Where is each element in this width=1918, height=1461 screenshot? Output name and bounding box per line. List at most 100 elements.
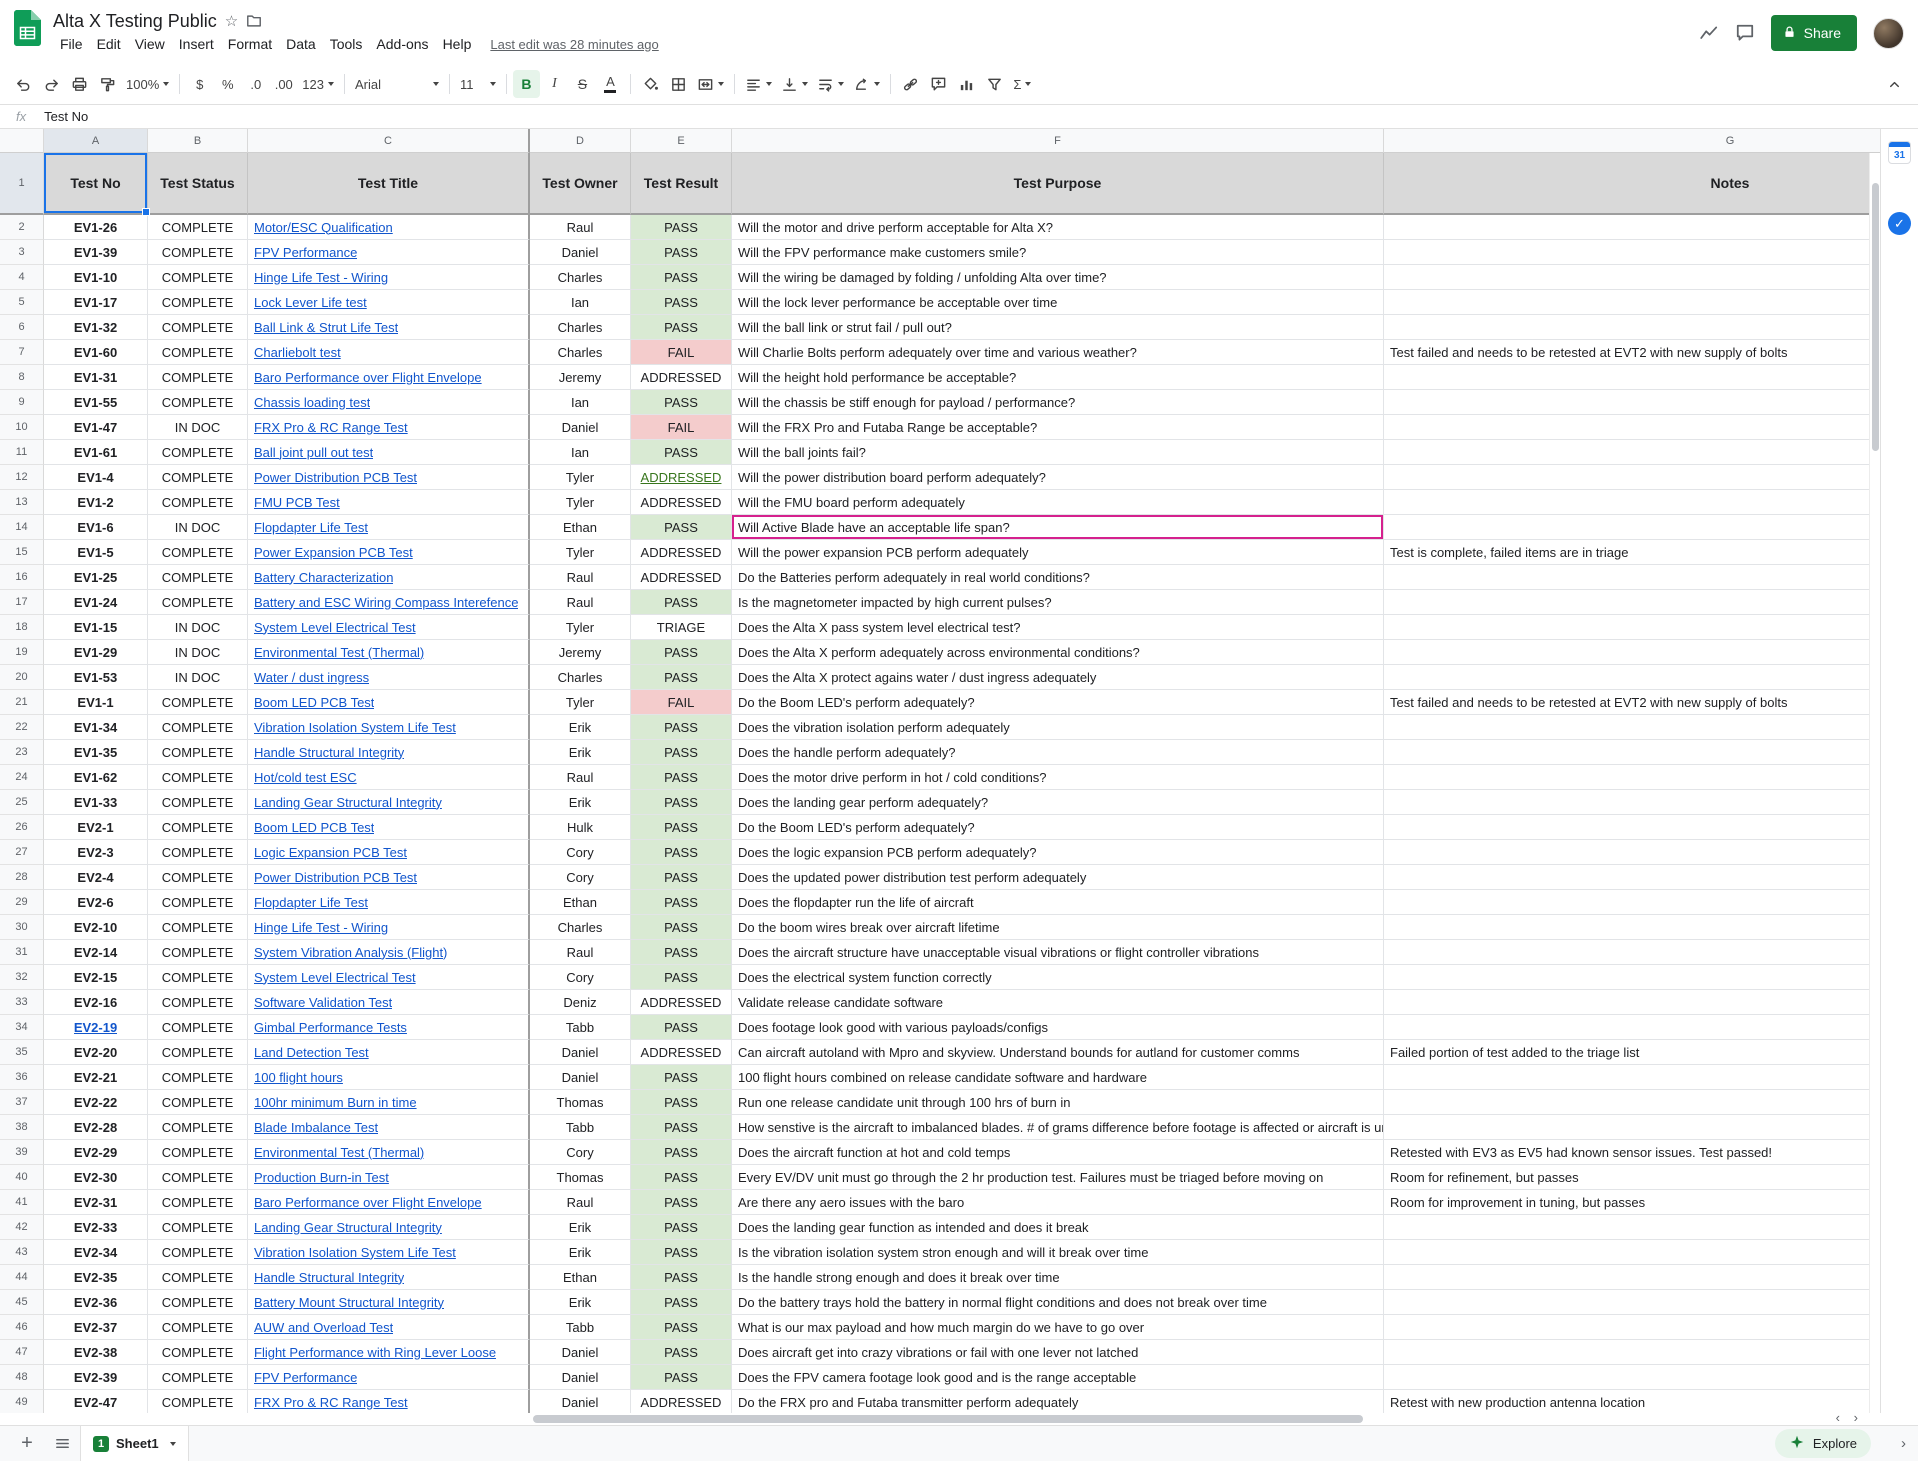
cell-test-owner[interactable]: Raul xyxy=(530,590,631,615)
text-wrap-button[interactable] xyxy=(813,70,848,98)
cell-test-owner[interactable]: Raul xyxy=(530,1190,631,1215)
cell-test-purpose[interactable]: Is the handle strong enough and does it … xyxy=(732,1265,1384,1290)
cell-test-owner[interactable]: Charles xyxy=(530,665,631,690)
cell-test-purpose[interactable]: Does the FPV camera footage look good an… xyxy=(732,1365,1384,1390)
menu-addons[interactable]: Add-ons xyxy=(369,35,435,53)
last-edit-link[interactable]: Last edit was 28 minutes ago xyxy=(490,37,658,52)
cell-test-result[interactable]: PASS xyxy=(631,1140,732,1165)
cell-test-title[interactable]: System Level Electrical Test xyxy=(248,615,530,640)
cell-notes[interactable] xyxy=(1384,1115,1880,1140)
cell-test-title[interactable]: Vibration Isolation System Life Test xyxy=(248,715,530,740)
cell-test-purpose[interactable]: Are there any aero issues with the baro xyxy=(732,1190,1384,1215)
vertical-align-button[interactable] xyxy=(777,70,812,98)
cell-test-result[interactable]: ADDRESSED xyxy=(631,365,732,390)
cell-test-result[interactable]: PASS xyxy=(631,1365,732,1390)
menu-file[interactable]: File xyxy=(53,35,90,53)
cell-test-status[interactable]: IN DOC xyxy=(148,640,248,665)
test-title-link[interactable]: Baro Performance over Flight Envelope xyxy=(254,1195,482,1210)
cell-test-owner[interactable]: Erik xyxy=(530,790,631,815)
cell-test-status[interactable]: COMPLETE xyxy=(148,1290,248,1315)
test-title-link[interactable]: Water / dust ingress xyxy=(254,670,369,685)
cell-notes[interactable] xyxy=(1384,490,1880,515)
test-title-link[interactable]: Environmental Test (Thermal) xyxy=(254,1145,424,1160)
cell-test-purpose[interactable]: Does the flopdapter run the life of airc… xyxy=(732,890,1384,915)
cell-test-result[interactable]: PASS xyxy=(631,865,732,890)
test-title-link[interactable]: Lock Lever Life test xyxy=(254,295,367,310)
test-title-link[interactable]: Land Detection Test xyxy=(254,1045,369,1060)
test-title-link[interactable]: Handle Structural Integrity xyxy=(254,745,404,760)
cell-test-no[interactable]: EV1-24 xyxy=(44,590,148,615)
cell-test-purpose[interactable]: Will the ball joints fail? xyxy=(732,440,1384,465)
cell-test-title[interactable]: AUW and Overload Test xyxy=(248,1315,530,1340)
test-title-link[interactable]: System Level Electrical Test xyxy=(254,970,416,985)
cell-notes[interactable]: Retested with EV3 as EV5 had known senso… xyxy=(1384,1140,1880,1165)
cell-test-purpose[interactable]: Does the logic expansion PCB perform ade… xyxy=(732,840,1384,865)
cell-test-title[interactable]: Motor/ESC Qualification xyxy=(248,215,530,240)
cell-notes[interactable] xyxy=(1384,265,1880,290)
cell-test-status[interactable]: COMPLETE xyxy=(148,565,248,590)
cell-test-owner[interactable]: Tabb xyxy=(530,1115,631,1140)
menu-tools[interactable]: Tools xyxy=(323,35,370,53)
cell-test-owner[interactable]: Ethan xyxy=(530,1265,631,1290)
cell-test-no[interactable]: EV1-26 xyxy=(44,215,148,240)
cell-test-title[interactable]: Flopdapter Life Test xyxy=(248,890,530,915)
cell-test-title[interactable]: Environmental Test (Thermal) xyxy=(248,640,530,665)
strikethrough-button[interactable]: S xyxy=(569,70,596,98)
cell-test-title[interactable]: Handle Structural Integrity xyxy=(248,1265,530,1290)
cell-notes[interactable] xyxy=(1384,1240,1880,1265)
cell-test-no[interactable]: EV1-61 xyxy=(44,440,148,465)
cell-test-owner[interactable]: Tyler xyxy=(530,465,631,490)
cell-test-no[interactable]: EV2-21 xyxy=(44,1065,148,1090)
cell-test-purpose[interactable]: Will the ball link or strut fail / pull … xyxy=(732,315,1384,340)
row-number[interactable]: 6 xyxy=(0,315,44,340)
cell-test-status[interactable]: COMPLETE xyxy=(148,215,248,240)
cell-test-result[interactable]: ADDRESSED xyxy=(631,1390,732,1413)
cell-test-purpose[interactable]: Will Active Blade have an acceptable lif… xyxy=(732,515,1384,540)
cell-test-no[interactable]: EV2-37 xyxy=(44,1315,148,1340)
cell-test-title[interactable]: Flight Performance with Ring Lever Loose xyxy=(248,1340,530,1365)
format-currency-button[interactable]: $ xyxy=(186,70,213,98)
cell-test-purpose[interactable]: Does footage look good with various payl… xyxy=(732,1015,1384,1040)
cell-test-no[interactable]: EV2-10 xyxy=(44,915,148,940)
test-title-link[interactable]: Flight Performance with Ring Lever Loose xyxy=(254,1345,496,1360)
share-button[interactable]: Share xyxy=(1771,15,1857,51)
test-title-link[interactable]: Battery Mount Structural Integrity xyxy=(254,1295,444,1310)
cell-test-result[interactable]: ADDRESSED xyxy=(631,1040,732,1065)
print-button[interactable] xyxy=(66,70,93,98)
row-number[interactable]: 21 xyxy=(0,690,44,715)
filter-button[interactable] xyxy=(981,70,1008,98)
row-number[interactable]: 19 xyxy=(0,640,44,665)
cell-test-status[interactable]: COMPLETE xyxy=(148,740,248,765)
cell-test-owner[interactable]: Erik xyxy=(530,1215,631,1240)
cell-test-result[interactable]: PASS xyxy=(631,215,732,240)
cell-test-owner[interactable]: Charles xyxy=(530,915,631,940)
row-number[interactable]: 31 xyxy=(0,940,44,965)
cell-notes[interactable] xyxy=(1384,465,1880,490)
cell-test-title[interactable]: Blade Imbalance Test xyxy=(248,1115,530,1140)
cell-test-title[interactable]: Charliebolt test xyxy=(248,340,530,365)
cell-test-no[interactable]: EV1-2 xyxy=(44,490,148,515)
cell-notes[interactable] xyxy=(1384,215,1880,240)
test-title-link[interactable]: Software Validation Test xyxy=(254,995,392,1010)
cell-test-status[interactable]: COMPLETE xyxy=(148,765,248,790)
cell-test-result[interactable]: PASS xyxy=(631,740,732,765)
cell-test-title[interactable]: Baro Performance over Flight Envelope xyxy=(248,1190,530,1215)
cell-test-status[interactable]: COMPLETE xyxy=(148,465,248,490)
cell-test-result[interactable]: PASS xyxy=(631,965,732,990)
cell-test-purpose[interactable]: Is the vibration isolation system stron … xyxy=(732,1240,1384,1265)
cell-test-no[interactable]: EV1-35 xyxy=(44,740,148,765)
cell-test-status[interactable]: COMPLETE xyxy=(148,1340,248,1365)
cell-test-no[interactable]: EV2-35 xyxy=(44,1265,148,1290)
side-panel-collapse-chevron[interactable]: › xyxy=(1901,1435,1906,1452)
cell-test-no[interactable]: EV1-15 xyxy=(44,615,148,640)
cell-test-status[interactable]: COMPLETE xyxy=(148,1090,248,1115)
cell-test-result[interactable]: PASS xyxy=(631,1165,732,1190)
cell-notes[interactable] xyxy=(1384,415,1880,440)
cell-test-status[interactable]: COMPLETE xyxy=(148,265,248,290)
cell-test-no[interactable]: EV1-6 xyxy=(44,515,148,540)
cell-notes[interactable] xyxy=(1384,1215,1880,1240)
collapse-toolbar-chevron[interactable] xyxy=(1881,70,1908,98)
test-title-link[interactable]: Hot/cold test ESC xyxy=(254,770,357,785)
cell-test-owner[interactable]: Daniel xyxy=(530,1340,631,1365)
cell-test-title[interactable]: Battery Mount Structural Integrity xyxy=(248,1290,530,1315)
